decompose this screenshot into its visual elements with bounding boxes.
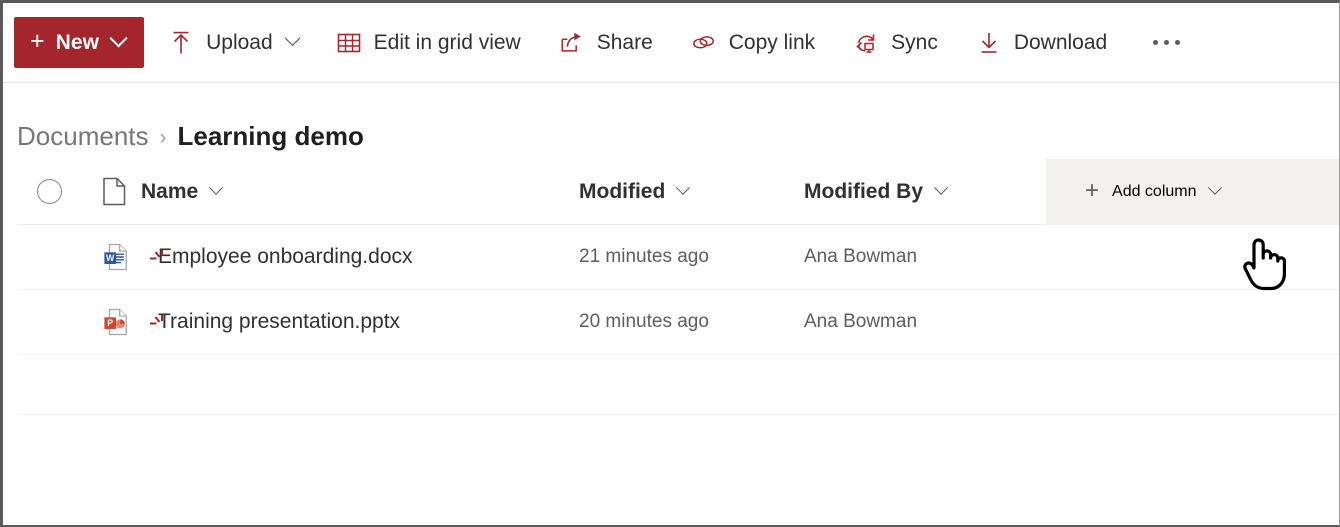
chevron-down-icon xyxy=(209,180,224,195)
plus-icon: + xyxy=(30,27,45,55)
powerpoint-document-icon: P xyxy=(104,308,127,336)
file-modified-by-cell: Ana Bowman xyxy=(804,246,918,267)
download-arrow-icon xyxy=(976,30,1002,56)
sync-button[interactable]: Sync xyxy=(839,15,952,71)
copy-link-button[interactable]: Copy link xyxy=(677,15,829,71)
upload-arrow-icon xyxy=(168,30,194,56)
sync-refresh-icon xyxy=(853,30,879,56)
new-item-sparkle-icon xyxy=(150,250,163,260)
column-header-modified-by-label: Modified By xyxy=(804,179,923,203)
chevron-down-icon xyxy=(109,29,128,48)
chevron-down-icon xyxy=(933,180,949,195)
new-item-sparkle-icon xyxy=(150,315,163,325)
share-button[interactable]: Share xyxy=(545,15,667,71)
column-header-name-label: Name xyxy=(141,179,199,203)
file-icon-cell: P xyxy=(17,306,129,338)
file-list-header: Name Modified Modified By + Add column xyxy=(17,159,1339,225)
edit-in-grid-view-label: Edit in grid view xyxy=(373,30,521,54)
svg-text:W: W xyxy=(106,253,115,263)
file-icon-cell: W xyxy=(17,241,129,273)
column-header-modified-label: Modified xyxy=(579,179,666,203)
column-header-modified[interactable]: Modified xyxy=(579,159,804,225)
edit-in-grid-view-button[interactable]: Edit in grid view xyxy=(322,15,535,71)
file-name-cell[interactable]: Training presentation.pptx xyxy=(129,310,579,334)
ellipsis-dot xyxy=(1153,40,1159,45)
new-button-label: New xyxy=(55,30,100,54)
svg-text:P: P xyxy=(107,318,113,328)
upload-label: Upload xyxy=(206,30,273,54)
add-column-label: Add column xyxy=(1112,183,1197,200)
breadcrumb-item-documents[interactable]: Documents xyxy=(17,121,149,152)
file-name-label: Employee onboarding.docx xyxy=(158,245,413,268)
column-header-name[interactable]: Name xyxy=(129,159,579,225)
breadcrumb: Documents › Learning demo xyxy=(3,83,1339,159)
more-options-button[interactable] xyxy=(1137,15,1196,71)
grid-table-icon xyxy=(336,30,362,56)
new-button[interactable]: + New xyxy=(14,17,145,68)
selection-circle-icon[interactable] xyxy=(37,179,62,204)
file-list: Name Modified Modified By + Add column W… xyxy=(3,159,1339,415)
share-arrow-icon xyxy=(559,30,585,56)
chevron-down-icon xyxy=(284,30,300,47)
sync-label: Sync xyxy=(891,30,938,54)
file-type-header-cell xyxy=(67,177,129,206)
select-all-cell xyxy=(17,179,67,204)
upload-button[interactable]: Upload xyxy=(154,15,312,71)
file-name-label: Training presentation.pptx xyxy=(158,310,401,333)
command-bar: + New Upload Edit in grid view Share Cop… xyxy=(3,3,1339,83)
ellipsis-dot xyxy=(1164,40,1170,45)
column-header-modified-by[interactable]: Modified By xyxy=(804,159,1009,225)
breadcrumb-item-current[interactable]: Learning demo xyxy=(178,121,364,152)
plus-icon: + xyxy=(1085,177,1100,204)
download-label: Download xyxy=(1013,30,1108,54)
table-row[interactable]: W Employee onboarding.docx 21 minutes ag… xyxy=(17,225,1339,290)
link-chain-icon xyxy=(691,30,717,56)
download-button[interactable]: Download xyxy=(962,15,1121,71)
file-type-column-icon xyxy=(103,177,126,206)
add-column-button[interactable]: + Add column xyxy=(1046,159,1339,225)
chevron-down-icon xyxy=(676,180,691,195)
ellipsis-dot xyxy=(1175,40,1181,45)
word-document-icon: W xyxy=(104,243,127,271)
share-label: Share xyxy=(596,30,653,54)
file-list-empty-tail xyxy=(17,355,1339,415)
sharepoint-document-library: + New Upload Edit in grid view Share Cop… xyxy=(0,0,1340,527)
table-row[interactable]: P Training presentation.pptx 20 minutes … xyxy=(17,290,1339,355)
chevron-down-icon xyxy=(1207,180,1222,195)
file-modified-cell: 21 minutes ago xyxy=(579,246,709,267)
copy-link-label: Copy link xyxy=(728,30,816,54)
breadcrumb-separator-icon: › xyxy=(159,126,167,149)
file-modified-by-cell: Ana Bowman xyxy=(804,311,918,332)
file-modified-cell: 20 minutes ago xyxy=(579,311,709,332)
file-name-cell[interactable]: Employee onboarding.docx xyxy=(129,245,579,269)
